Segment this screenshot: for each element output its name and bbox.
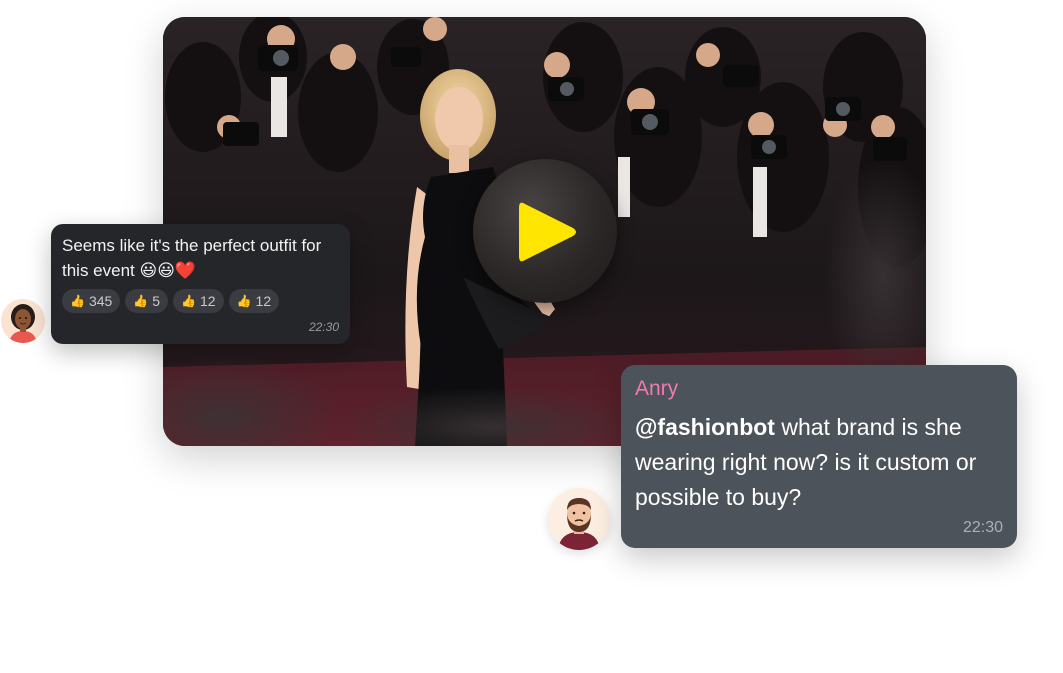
reaction-list: 👍 345 👍 5 👍 12 👍 12 (62, 289, 280, 313)
message-text: Seems like it's the perfect outfit for t… (62, 236, 322, 280)
thumbs-up-icon: 👍 (181, 294, 197, 308)
mention-link[interactable]: @fashionbot (635, 414, 775, 440)
reaction-chip[interactable]: 👍 345 (62, 289, 121, 313)
chat-message-outgoing: Anry @fashionbot what brand is she weari… (621, 365, 1017, 548)
reaction-count: 5 (152, 293, 161, 309)
reaction-chip[interactable]: 👍 12 (228, 289, 280, 313)
message-timestamp: 22:30 (308, 320, 339, 334)
thumbs-up-icon: 👍 (70, 294, 85, 308)
reaction-count: 345 (88, 293, 113, 309)
play-button[interactable] (473, 159, 617, 303)
reaction-count: 12 (200, 293, 216, 309)
reaction-count: 12 (255, 293, 272, 309)
sender-name[interactable]: Anry (635, 377, 678, 401)
thumbs-up-icon: 👍 (133, 294, 149, 308)
avatar[interactable] (1, 299, 45, 343)
thumbs-up-icon: 👍 (236, 294, 252, 308)
message-text: @fashionbot what brand is she wearing ri… (635, 410, 1005, 515)
chat-message-incoming: Seems like it's the perfect outfit for t… (51, 224, 350, 344)
play-icon (519, 202, 576, 262)
message-timestamp: 22:30 (962, 519, 1003, 536)
user-avatar-icon (1, 299, 45, 343)
reaction-chip[interactable]: 👍 5 (125, 289, 169, 313)
reaction-chip[interactable]: 👍 12 (173, 289, 224, 313)
user-avatar-icon (548, 488, 610, 550)
avatar[interactable] (548, 488, 610, 550)
